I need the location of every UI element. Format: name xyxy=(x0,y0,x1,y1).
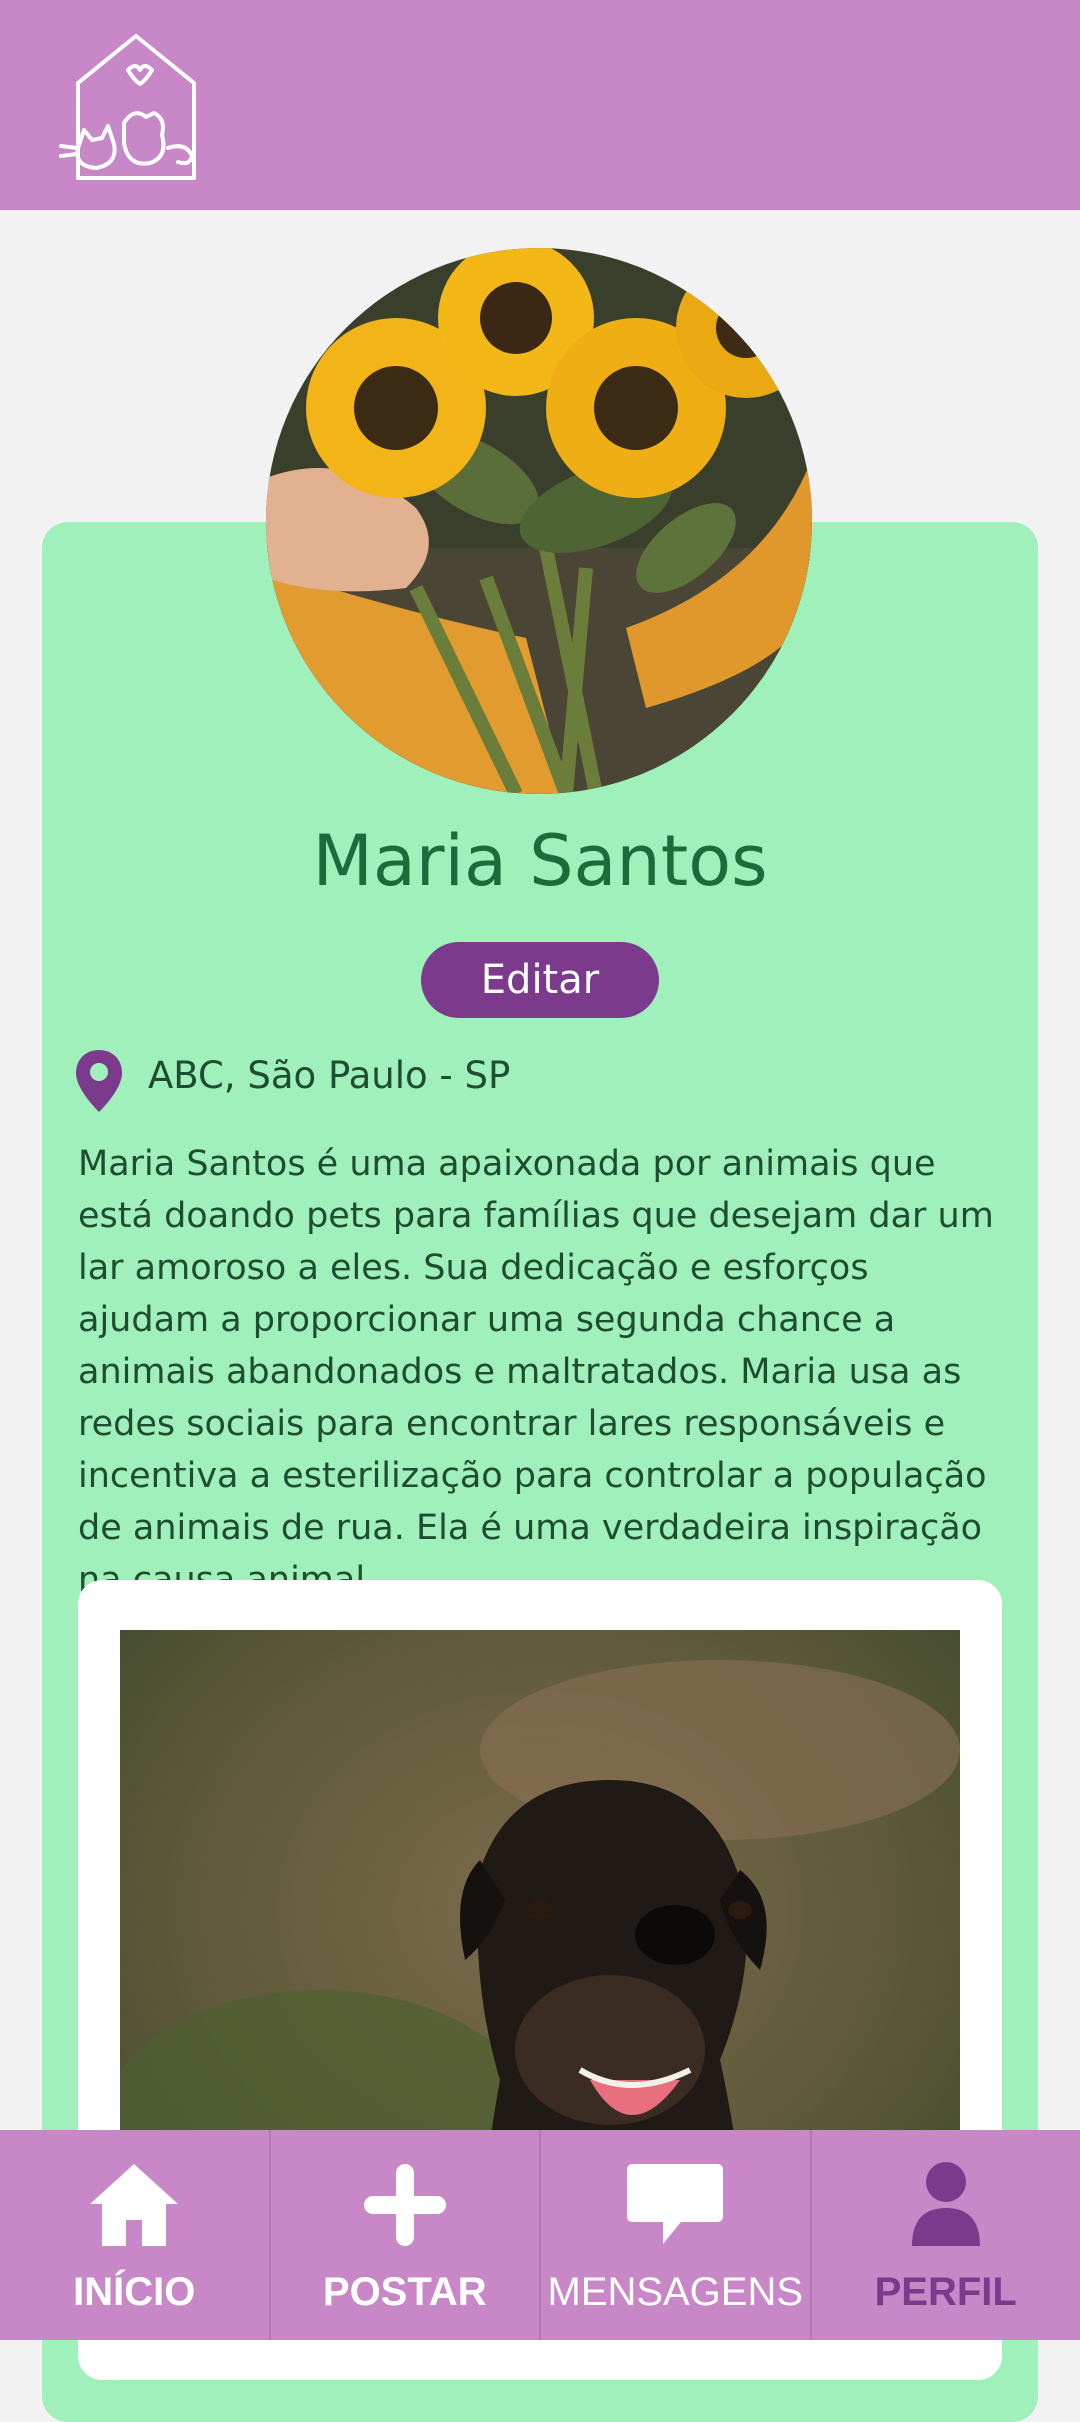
nav-label-inicio: INÍCIO xyxy=(0,2270,269,2315)
nav-item-mensagens[interactable]: MENSAGENS xyxy=(541,2130,812,2340)
user-icon xyxy=(906,2160,986,2250)
profile-location: ABC, São Paulo - SP xyxy=(148,1054,510,1097)
profile-avatar[interactable] xyxy=(266,248,812,794)
chat-icon xyxy=(623,2160,727,2250)
profile-name: Maria Santos xyxy=(0,820,1080,902)
nav-item-perfil[interactable]: PERFIL xyxy=(812,2130,1080,2340)
nav-item-inicio[interactable]: INÍCIO xyxy=(0,2130,271,2340)
location-pin-icon xyxy=(74,1048,124,1114)
app-logo-icon[interactable] xyxy=(56,28,216,183)
edit-profile-button[interactable]: Editar xyxy=(421,942,659,1018)
plus-icon xyxy=(360,2160,450,2250)
app-header xyxy=(0,0,1080,210)
home-icon xyxy=(86,2160,182,2250)
nav-label-mensagens: MENSAGENS xyxy=(541,2270,810,2315)
nav-item-postar[interactable]: POSTAR xyxy=(271,2130,542,2340)
profile-bio: Maria Santos é uma apaixonada por animai… xyxy=(78,1138,1008,1606)
nav-label-perfil: PERFIL xyxy=(812,2270,1080,2315)
nav-label-postar: POSTAR xyxy=(271,2270,540,2315)
bottom-navigation: INÍCIO POSTAR MENSAGENS PERFIL xyxy=(0,2130,1080,2340)
